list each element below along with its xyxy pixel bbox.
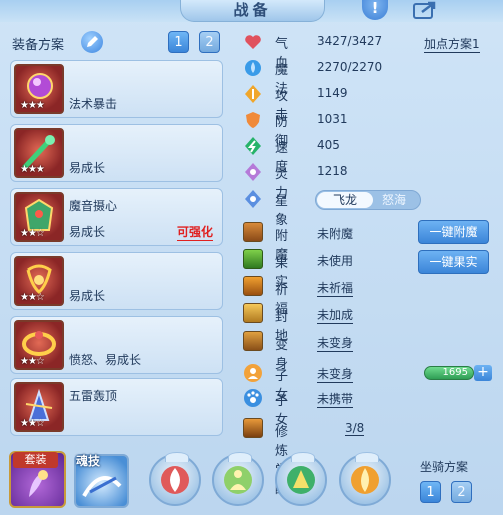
equipment-slot-1[interactable]: ★★★ 法术暴击 bbox=[10, 60, 223, 118]
transform-icon bbox=[243, 331, 263, 351]
equipment-name: 魔音摄心 bbox=[69, 199, 118, 213]
water-drop-icon bbox=[245, 60, 261, 76]
soul-skill-label: 魂技 bbox=[76, 454, 101, 468]
equipment-icon-orb: ★★★ bbox=[14, 64, 64, 114]
star-rating: ★★☆ bbox=[20, 356, 45, 367]
star-option-nuhai[interactable]: 怒海 bbox=[382, 192, 406, 208]
equipment-icon-warrior: ★★☆ bbox=[14, 382, 64, 432]
child-paw-icon bbox=[244, 389, 262, 407]
equipment-name: 五雷轰顶 bbox=[69, 389, 118, 403]
equipment-slot-5[interactable]: ★★☆ 愤怒、易成长 bbox=[10, 316, 223, 374]
suit-label: 套装 bbox=[13, 452, 58, 468]
skill-slot-3[interactable] bbox=[275, 452, 327, 506]
sword-icon bbox=[245, 85, 261, 103]
fire-skill-icon bbox=[351, 466, 379, 494]
fief-icon bbox=[243, 303, 263, 323]
star-rating: ★★★ bbox=[20, 100, 45, 111]
equipment-trait: 愤怒、易成长 bbox=[69, 353, 142, 367]
mount-scheme-2-button[interactable]: 2 bbox=[451, 481, 472, 503]
edit-scheme-button[interactable] bbox=[81, 31, 103, 53]
heart-icon bbox=[245, 35, 261, 49]
star-option-feilong[interactable]: 飞龙 bbox=[317, 192, 373, 208]
mount-scheme-1-button[interactable]: 1 bbox=[420, 481, 441, 503]
enchant-icon bbox=[243, 222, 263, 242]
figure-skill-icon bbox=[224, 466, 252, 494]
add-button[interactable]: + bbox=[474, 365, 492, 381]
pray-icon bbox=[243, 276, 263, 296]
equipment-slot-3[interactable]: ★★☆ 魔音摄心 易成长 可强化 bbox=[10, 188, 223, 246]
equipment-icon-staff: ★★★ bbox=[14, 128, 64, 178]
star-rating: ★★★ bbox=[20, 164, 45, 175]
equipment-name: 法术暴击 bbox=[69, 97, 118, 111]
page-title: 战备 bbox=[180, 0, 325, 22]
equipment-icon-amulet: ★★☆ bbox=[14, 256, 64, 306]
skill-slot-1[interactable] bbox=[149, 452, 201, 506]
equipment-icon-armor: ★★☆ bbox=[14, 192, 64, 242]
skill-slot-4[interactable] bbox=[339, 452, 391, 506]
cultivation-icon bbox=[243, 418, 263, 438]
child-icon bbox=[244, 364, 262, 382]
star-rating: ★★☆ bbox=[20, 292, 45, 303]
pencil-icon bbox=[87, 36, 98, 47]
star-rating: ★★☆ bbox=[20, 228, 45, 239]
beast-skill-icon bbox=[287, 466, 315, 494]
equipment-scheme-2-button[interactable]: 2 bbox=[199, 31, 220, 53]
mount-scheme-label: 坐骑方案 bbox=[420, 460, 469, 474]
equipment-slot-4[interactable]: ★★☆ 易成长 bbox=[10, 252, 223, 310]
star-sign-toggle[interactable]: 飞龙 怒海 bbox=[315, 190, 421, 210]
star-rating: ★★☆ bbox=[20, 418, 45, 429]
equipment-trait: 易成长 bbox=[69, 225, 106, 239]
enhance-tag[interactable]: 可强化 bbox=[177, 223, 214, 241]
equipment-scheme-1-button[interactable]: 1 bbox=[168, 31, 189, 53]
swirl-skill-icon bbox=[161, 466, 189, 494]
child-value-bar: 1695 bbox=[424, 366, 474, 380]
share-icon bbox=[413, 1, 436, 19]
equipment-trait: 易成长 bbox=[69, 161, 106, 175]
equipment-trait: 易成长 bbox=[69, 289, 106, 303]
equipment-slot-6[interactable]: ★★☆ 五雷轰顶 bbox=[10, 378, 223, 436]
spirit-icon bbox=[245, 163, 261, 181]
one-click-fruit-button[interactable]: 一键果实 bbox=[418, 250, 489, 274]
speed-icon bbox=[245, 137, 261, 155]
shield-icon bbox=[246, 112, 260, 128]
one-click-enchant-button[interactable]: 一键附魔 bbox=[418, 220, 489, 244]
equipment-scheme-label: 装备方案 bbox=[12, 38, 65, 53]
skill-slot-2[interactable] bbox=[212, 452, 264, 506]
fruit-icon bbox=[243, 249, 263, 269]
equipment-icon-ring: ★★☆ bbox=[14, 320, 64, 370]
share-button[interactable] bbox=[410, 0, 440, 20]
equipment-slot-2[interactable]: ★★★ 易成长 bbox=[10, 124, 223, 182]
add-points-scheme-link[interactable]: 加点方案1 bbox=[424, 35, 480, 53]
star-sign-icon bbox=[245, 190, 261, 208]
